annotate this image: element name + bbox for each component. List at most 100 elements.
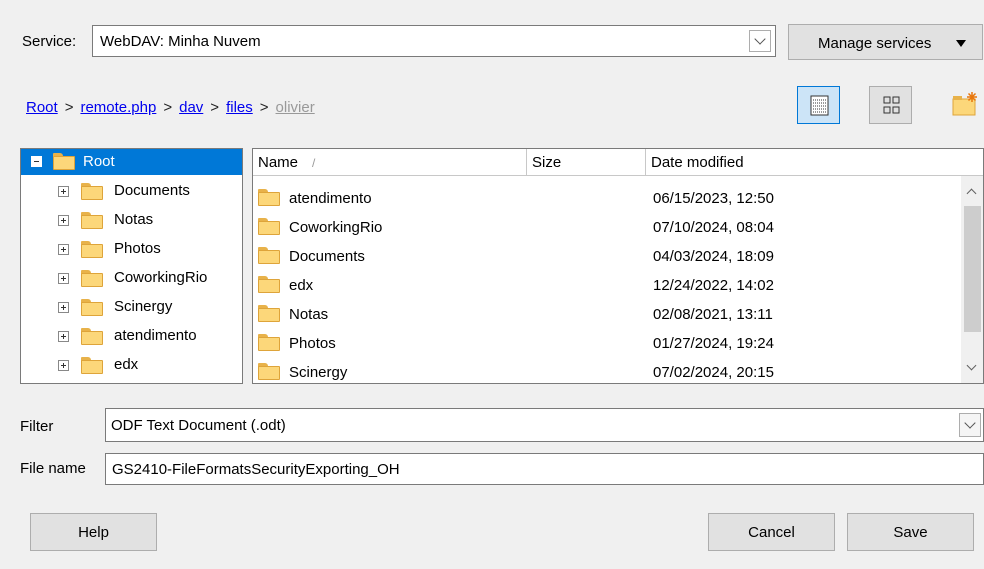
file-row[interactable]: Documents 04/03/2024, 18:09 xyxy=(253,241,953,270)
collapse-icon[interactable] xyxy=(31,156,42,167)
expand-icon[interactable] xyxy=(58,331,69,342)
tree-item-atendimento[interactable]: atendimento xyxy=(21,323,242,349)
folder-icon xyxy=(258,276,280,293)
breadcrumb-separator: > xyxy=(64,99,74,116)
file-list-header: Name / Size Date modified xyxy=(253,149,983,176)
new-folder-icon xyxy=(952,92,977,116)
breadcrumb-dav[interactable]: dav xyxy=(179,99,203,116)
list-view-button[interactable] xyxy=(797,86,840,124)
chevron-down-icon xyxy=(964,417,976,429)
save-button[interactable]: Save xyxy=(847,513,974,551)
sort-indicator-icon: / xyxy=(312,156,316,170)
folder-icon xyxy=(258,218,280,235)
scroll-up-icon[interactable] xyxy=(966,188,977,199)
scroll-down-icon[interactable] xyxy=(966,360,977,371)
file-name: atendimento xyxy=(289,190,372,207)
service-value: WebDAV: Minha Nuvem xyxy=(100,33,261,50)
breadcrumb-separator: > xyxy=(259,99,269,116)
file-row[interactable]: Notas 02/08/2021, 13:11 xyxy=(253,299,953,328)
vertical-scrollbar[interactable] xyxy=(961,176,983,383)
folder-tree[interactable]: Root Documents Notas Photos CoworkingRio… xyxy=(20,148,243,384)
icon-view-button[interactable] xyxy=(869,86,912,124)
column-size-header[interactable]: Size xyxy=(527,149,646,176)
tree-item-photos[interactable]: Photos xyxy=(21,236,242,262)
breadcrumb-root[interactable]: Root xyxy=(26,99,58,116)
breadcrumb-current: olivier xyxy=(275,99,315,116)
tree-item-label: atendimento xyxy=(114,327,197,344)
tree-item-scinergy[interactable]: Scinergy xyxy=(21,294,242,320)
cancel-button[interactable]: Cancel xyxy=(708,513,835,551)
expand-icon[interactable] xyxy=(58,273,69,284)
folder-icon xyxy=(53,153,75,170)
file-date: 06/15/2023, 12:50 xyxy=(653,190,774,207)
filter-dropdown-button[interactable] xyxy=(959,413,981,437)
expand-icon[interactable] xyxy=(58,244,69,255)
tree-item-label: edx xyxy=(114,356,139,373)
file-name: Documents xyxy=(289,248,365,265)
chevron-down-icon xyxy=(754,33,766,45)
filter-select[interactable]: ODF Text Document (.odt) xyxy=(105,408,984,442)
file-date: 02/08/2021, 13:11 xyxy=(653,306,773,323)
help-button[interactable]: Help xyxy=(30,513,157,551)
new-folder-button[interactable] xyxy=(944,86,982,124)
column-name-label: Name xyxy=(258,154,299,171)
tree-item-root[interactable]: Root xyxy=(21,149,242,175)
breadcrumb-separator: > xyxy=(163,99,173,116)
column-date-header[interactable]: Date modified xyxy=(646,149,983,176)
scrollbar-thumb[interactable] xyxy=(964,206,981,332)
file-row[interactable]: edx 12/24/2022, 14:02 xyxy=(253,270,953,299)
tree-item-label: Root xyxy=(83,153,115,170)
dropdown-triangle-icon xyxy=(956,40,966,47)
tree-item-label: Documents xyxy=(114,182,190,199)
filename-label: File name xyxy=(20,460,86,477)
folder-icon xyxy=(81,241,103,258)
tree-item-notas[interactable]: Notas xyxy=(21,207,242,233)
column-size-label: Size xyxy=(532,154,562,171)
service-dropdown-button[interactable] xyxy=(749,30,771,52)
file-date: 01/27/2024, 19:24 xyxy=(653,335,774,352)
folder-icon xyxy=(81,357,103,374)
service-select[interactable]: WebDAV: Minha Nuvem xyxy=(92,25,776,57)
folder-icon xyxy=(81,270,103,287)
folder-icon xyxy=(258,305,280,322)
file-list[interactable]: Name / Size Date modified atendimento 06/… xyxy=(252,148,984,384)
folder-icon xyxy=(258,247,280,264)
tree-item-coworkingrio[interactable]: CoworkingRio xyxy=(21,265,242,291)
file-row[interactable]: atendimento 06/15/2023, 12:50 xyxy=(253,183,953,212)
file-name: Notas xyxy=(289,306,329,323)
tree-item-label: Scinergy xyxy=(114,298,173,315)
expand-icon[interactable] xyxy=(58,360,69,371)
manage-services-button[interactable]: Manage services xyxy=(788,24,983,60)
expand-icon[interactable] xyxy=(58,215,69,226)
manage-services-label: Manage services xyxy=(818,35,932,52)
grid-view-icon xyxy=(883,96,900,114)
file-date: 12/24/2022, 14:02 xyxy=(653,277,774,294)
tree-item-label: Photos xyxy=(114,240,161,257)
file-name: edx xyxy=(289,277,314,294)
breadcrumb: Root > remote.php > dav > files > olivie… xyxy=(26,99,315,116)
expand-icon[interactable] xyxy=(58,186,69,197)
tree-item-label: CoworkingRio xyxy=(114,269,208,286)
folder-icon xyxy=(81,212,103,229)
tree-item-documents[interactable]: Documents xyxy=(21,178,242,204)
service-label: Service: xyxy=(22,33,77,50)
filter-label: Filter xyxy=(20,418,54,435)
expand-icon[interactable] xyxy=(58,302,69,313)
file-row[interactable]: Photos 01/27/2024, 19:24 xyxy=(253,328,953,357)
folder-icon xyxy=(258,189,280,206)
file-name: Scinergy xyxy=(289,364,348,381)
tree-item-edx[interactable]: edx xyxy=(21,352,242,378)
breadcrumb-remote-php[interactable]: remote.php xyxy=(80,99,156,116)
folder-icon xyxy=(81,328,103,345)
column-name-header[interactable]: Name / xyxy=(253,149,527,176)
file-row[interactable]: CoworkingRio 07/10/2024, 08:04 xyxy=(253,212,953,241)
folder-icon xyxy=(258,334,280,351)
folder-icon xyxy=(81,183,103,200)
file-name: CoworkingRio xyxy=(289,219,383,236)
file-row[interactable]: Scinergy 07/02/2024, 20:15 xyxy=(253,357,953,383)
filename-input[interactable] xyxy=(105,453,984,485)
breadcrumb-separator: > xyxy=(210,99,220,116)
file-date: 07/02/2024, 20:15 xyxy=(653,364,774,381)
breadcrumb-files[interactable]: files xyxy=(226,99,253,116)
filter-value: ODF Text Document (.odt) xyxy=(111,417,286,434)
